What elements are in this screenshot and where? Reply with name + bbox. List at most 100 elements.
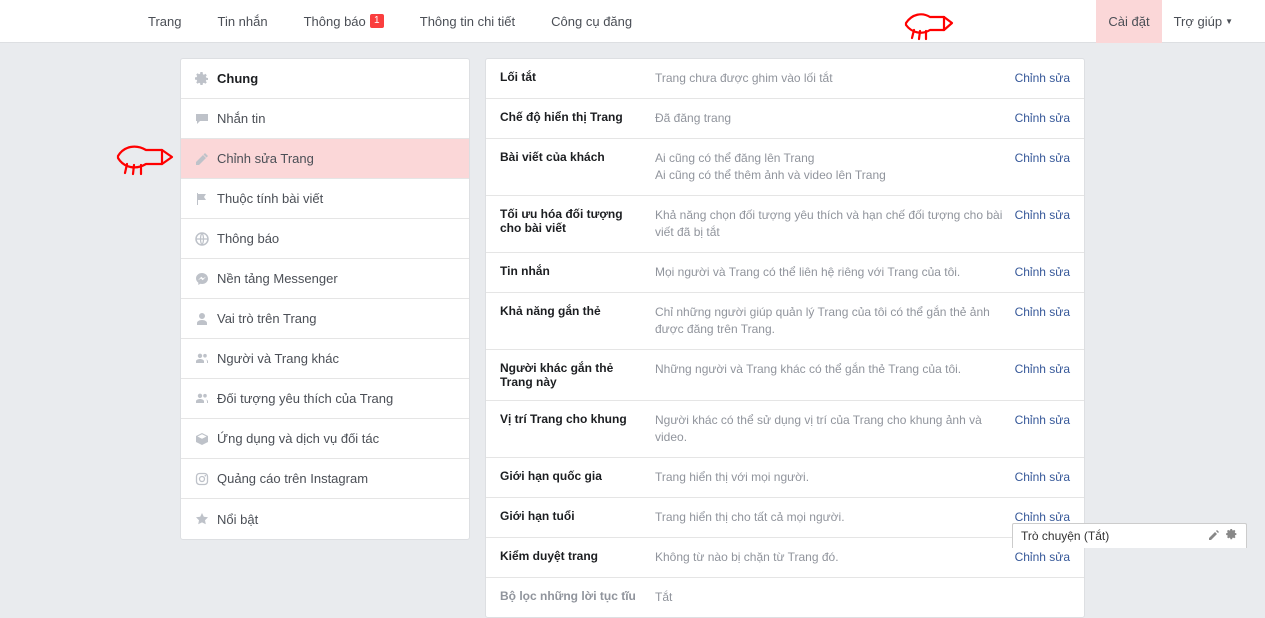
setting-label: Vị trí Trang cho khung bbox=[500, 412, 655, 426]
setting-edit: Chỉnh sửa bbox=[1005, 549, 1070, 564]
setting-row-1: Chế độ hiển thị TrangĐã đăng trangChỉnh … bbox=[486, 99, 1084, 139]
gear-icon bbox=[195, 72, 217, 86]
sidebar-item-label: Nổi bật bbox=[217, 512, 258, 527]
top-nav-left: Trang Tin nhắn Thông báo 1 Thông tin chi… bbox=[130, 0, 650, 43]
edit-link[interactable]: Chỉnh sửa bbox=[1015, 550, 1070, 564]
sidebar-item-9[interactable]: Ứng dụng và dịch vụ đối tác bbox=[181, 419, 469, 459]
sidebar-item-11[interactable]: Nổi bật bbox=[181, 499, 469, 539]
cube-icon bbox=[195, 432, 217, 446]
setting-label: Lối tắt bbox=[500, 70, 655, 84]
setting-edit: Chỉnh sửa bbox=[1005, 509, 1070, 524]
chat-gear-icon[interactable] bbox=[1226, 529, 1238, 544]
setting-value: Chỉ những người giúp quản lý Trang của t… bbox=[655, 304, 1005, 338]
setting-row-4: Tin nhắnMọi người và Trang có thể liên h… bbox=[486, 253, 1084, 293]
setting-label: Khả năng gắn thẻ bbox=[500, 304, 655, 318]
setting-row-7: Vị trí Trang cho khungNgười khác có thể … bbox=[486, 401, 1084, 458]
nav-thong-tin[interactable]: Thông tin chi tiết bbox=[402, 0, 533, 43]
setting-value: Khả năng chọn đối tượng yêu thích và hạn… bbox=[655, 207, 1005, 241]
top-nav: Trang Tin nhắn Thông báo 1 Thông tin chi… bbox=[0, 0, 1265, 43]
sidebar-item-0[interactable]: Chung bbox=[181, 59, 469, 99]
setting-edit: Chỉnh sửa bbox=[1005, 412, 1070, 427]
edit-link[interactable]: Chỉnh sửa bbox=[1015, 111, 1070, 125]
setting-row-6: Người khác gắn thẻ Trang nàyNhững người … bbox=[486, 350, 1084, 401]
sidebar-item-label: Thông báo bbox=[217, 231, 279, 246]
setting-value: Trang hiển thị với mọi người. bbox=[655, 469, 1005, 486]
setting-value: Những người và Trang khác có thể gắn thẻ… bbox=[655, 361, 1005, 378]
edit-link[interactable]: Chỉnh sửa bbox=[1015, 413, 1070, 427]
setting-value: Trang chưa được ghim vào lối tắt bbox=[655, 70, 1005, 87]
setting-edit: Chỉnh sửa bbox=[1005, 70, 1070, 85]
sidebar-item-7[interactable]: Người và Trang khác bbox=[181, 339, 469, 379]
edit-link[interactable]: Chỉnh sửa bbox=[1015, 470, 1070, 484]
setting-label: Kiểm duyệt trang bbox=[500, 549, 655, 563]
sidebar-item-2[interactable]: Chỉnh sửa Trang bbox=[181, 139, 469, 179]
chat-title: Trò chuyện (Tắt) bbox=[1021, 529, 1208, 543]
setting-row-8: Giới hạn quốc giaTrang hiển thị với mọi … bbox=[486, 458, 1084, 498]
setting-row-0: Lối tắtTrang chưa được ghim vào lối tắt C… bbox=[486, 59, 1084, 99]
chat-icon bbox=[195, 112, 217, 126]
nav-cong-cu[interactable]: Công cụ đăng bbox=[533, 0, 650, 43]
setting-value: Đã đăng trang bbox=[655, 110, 1005, 127]
nav-thong-bao[interactable]: Thông báo 1 bbox=[286, 0, 402, 43]
flag-icon bbox=[195, 192, 217, 206]
sidebar-item-label: Vai trò trên Trang bbox=[217, 311, 316, 326]
nav-tro-giup[interactable]: Trợ giúp▼ bbox=[1162, 0, 1245, 43]
chat-compose-icon[interactable] bbox=[1208, 529, 1220, 544]
nav-tin-nhan[interactable]: Tin nhắn bbox=[199, 0, 285, 43]
setting-value: Trang hiển thị cho tất cả mọi người. bbox=[655, 509, 1005, 526]
star-icon bbox=[195, 512, 217, 526]
edit-link[interactable]: Chỉnh sửa bbox=[1015, 71, 1070, 85]
setting-row-3: Tối ưu hóa đối tượng cho bài viếtKhả năn… bbox=[486, 196, 1084, 253]
setting-row-2: Bài viết của kháchAi cũng có thể đăng lê… bbox=[486, 139, 1084, 196]
sidebar-item-3[interactable]: Thuộc tính bài viết bbox=[181, 179, 469, 219]
chevron-down-icon: ▼ bbox=[1225, 17, 1233, 26]
edit-link[interactable]: Chỉnh sửa bbox=[1015, 362, 1070, 376]
setting-value: Tắt bbox=[655, 589, 1005, 606]
instagram-icon bbox=[195, 472, 217, 486]
sidebar-item-6[interactable]: Vai trò trên Trang bbox=[181, 299, 469, 339]
nav-trang[interactable]: Trang bbox=[130, 0, 199, 43]
setting-label: Giới hạn quốc gia bbox=[500, 469, 655, 483]
sidebar-item-label: Người và Trang khác bbox=[217, 351, 339, 366]
person-icon bbox=[195, 312, 217, 326]
edit-link[interactable]: Chỉnh sửa bbox=[1015, 510, 1070, 524]
sidebar-item-label: Nhắn tin bbox=[217, 111, 265, 126]
sidebar-item-label: Chung bbox=[217, 71, 258, 86]
setting-edit: Chỉnh sửa bbox=[1005, 469, 1070, 484]
pointer-annotation-icon bbox=[112, 140, 174, 178]
setting-value: Không từ nào bị chặn từ Trang đó. bbox=[655, 549, 1005, 566]
sidebar-item-1[interactable]: Nhắn tin bbox=[181, 99, 469, 139]
sidebar-item-5[interactable]: Nền tảng Messenger bbox=[181, 259, 469, 299]
sidebar-item-10[interactable]: Quảng cáo trên Instagram bbox=[181, 459, 469, 499]
edit-link[interactable]: Chỉnh sửa bbox=[1015, 305, 1070, 319]
sidebar-item-4[interactable]: Thông báo bbox=[181, 219, 469, 259]
sidebar-item-label: Ứng dụng và dịch vụ đối tác bbox=[217, 431, 379, 446]
sidebar-item-label: Thuộc tính bài viết bbox=[217, 191, 323, 206]
sidebar-item-label: Chỉnh sửa Trang bbox=[217, 151, 314, 166]
people-icon bbox=[195, 392, 217, 406]
edit-link[interactable]: Chỉnh sửa bbox=[1015, 265, 1070, 279]
setting-edit: Chỉnh sửa bbox=[1005, 264, 1070, 279]
edit-link[interactable]: Chỉnh sửa bbox=[1015, 151, 1070, 165]
chat-bar[interactable]: Trò chuyện (Tắt) bbox=[1012, 523, 1247, 548]
setting-label: Người khác gắn thẻ Trang này bbox=[500, 361, 655, 389]
settings-sidebar: Chung Nhắn tin Chỉnh sửa Trang Thuộc tính b… bbox=[180, 58, 470, 540]
setting-label: Tối ưu hóa đối tượng cho bài viết bbox=[500, 207, 655, 235]
setting-label: Tin nhắn bbox=[500, 264, 655, 278]
setting-row-10: Kiểm duyệt trangKhông từ nào bị chặn từ … bbox=[486, 538, 1084, 578]
sidebar-item-8[interactable]: Đối tượng yêu thích của Trang bbox=[181, 379, 469, 419]
setting-value: Ai cũng có thể đăng lên TrangAi cũng có … bbox=[655, 150, 1005, 184]
pencil-icon bbox=[195, 152, 217, 166]
settings-content: Lối tắtTrang chưa được ghim vào lối tắt C… bbox=[485, 58, 1085, 618]
nav-cai-dat[interactable]: Cài đặt bbox=[1096, 0, 1161, 43]
sidebar-item-label: Đối tượng yêu thích của Trang bbox=[217, 391, 393, 406]
setting-label: Bộ lọc những lời tục tĩu bbox=[500, 589, 655, 603]
setting-edit: Chỉnh sửa bbox=[1005, 361, 1070, 376]
notification-badge: 1 bbox=[370, 14, 384, 28]
sidebar-item-label: Nền tảng Messenger bbox=[217, 271, 338, 286]
setting-row-9: Giới hạn tuổiTrang hiển thị cho tất cả m… bbox=[486, 498, 1084, 538]
edit-link[interactable]: Chỉnh sửa bbox=[1015, 208, 1070, 222]
setting-value: Người khác có thể sử dụng vị trí của Tra… bbox=[655, 412, 1005, 446]
setting-edit: Chỉnh sửa bbox=[1005, 207, 1070, 222]
setting-edit: Chỉnh sửa bbox=[1005, 304, 1070, 319]
